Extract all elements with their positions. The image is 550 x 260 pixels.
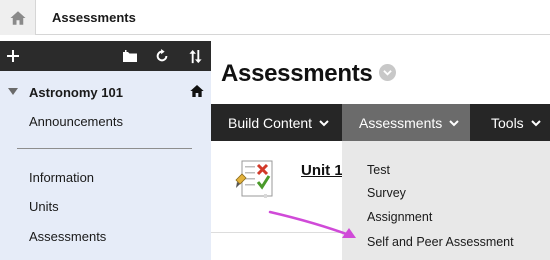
course-menu-toolbar <box>0 41 211 71</box>
course-menu-item-announcements[interactable]: Announcements <box>29 114 123 129</box>
page-title: Assessments <box>221 60 373 87</box>
collapse-triangle-icon[interactable] <box>8 88 18 95</box>
course-menu-divider <box>17 148 192 149</box>
content-item-divider <box>211 232 342 233</box>
course-home-icon[interactable] <box>189 83 205 99</box>
reorder-button[interactable] <box>185 41 205 71</box>
home-button[interactable] <box>0 0 36 35</box>
chevron-down-icon <box>449 119 459 126</box>
assessments-menu[interactable]: Assessments <box>342 104 470 141</box>
dropdown-item-test[interactable]: Test <box>367 163 390 177</box>
assessments-menu-label: Assessments <box>359 114 443 131</box>
breadcrumb-bar: Assessments <box>0 0 550 35</box>
course-menu-panel: Astronomy 101 Announcements Information … <box>0 41 211 260</box>
add-menu-item-button[interactable] <box>4 41 22 71</box>
tools-menu[interactable]: Tools <box>470 104 550 141</box>
dropdown-item-assignment[interactable]: Assignment <box>367 210 432 224</box>
test-content-icon <box>235 160 273 198</box>
dropdown-item-survey[interactable]: Survey <box>367 186 406 200</box>
plus-icon <box>7 50 19 62</box>
build-content-menu[interactable]: Build Content <box>211 104 342 141</box>
refresh-button[interactable] <box>152 41 172 71</box>
content-item-title[interactable]: Unit 1 <box>301 162 343 179</box>
chevron-down-icon <box>383 70 392 76</box>
course-header[interactable]: Astronomy 101 <box>0 81 211 105</box>
folder-view-button[interactable] <box>120 41 140 71</box>
sort-arrows-icon <box>188 49 202 63</box>
page-options-button[interactable] <box>379 64 396 81</box>
content-action-bar: Build Content Assessments Tools <box>211 104 550 141</box>
build-content-label: Build Content <box>228 114 313 131</box>
course-menu-item-information[interactable]: Information <box>29 170 94 185</box>
assessments-dropdown: Test Survey Assignment Self and Peer Ass… <box>342 141 550 260</box>
chevron-down-icon <box>530 119 541 126</box>
chevron-down-icon <box>319 119 329 126</box>
refresh-icon <box>156 49 168 62</box>
breadcrumb-current[interactable]: Assessments <box>52 10 136 25</box>
home-icon <box>10 10 25 25</box>
course-title: Astronomy 101 <box>29 85 123 100</box>
folder-icon <box>123 50 137 62</box>
tools-menu-label: Tools <box>491 114 524 131</box>
course-menu-item-units[interactable]: Units <box>29 199 59 214</box>
dropdown-item-self-and-peer-assessment[interactable]: Self and Peer Assessment <box>367 235 514 249</box>
course-menu-item-assessments[interactable]: Assessments <box>29 229 106 244</box>
